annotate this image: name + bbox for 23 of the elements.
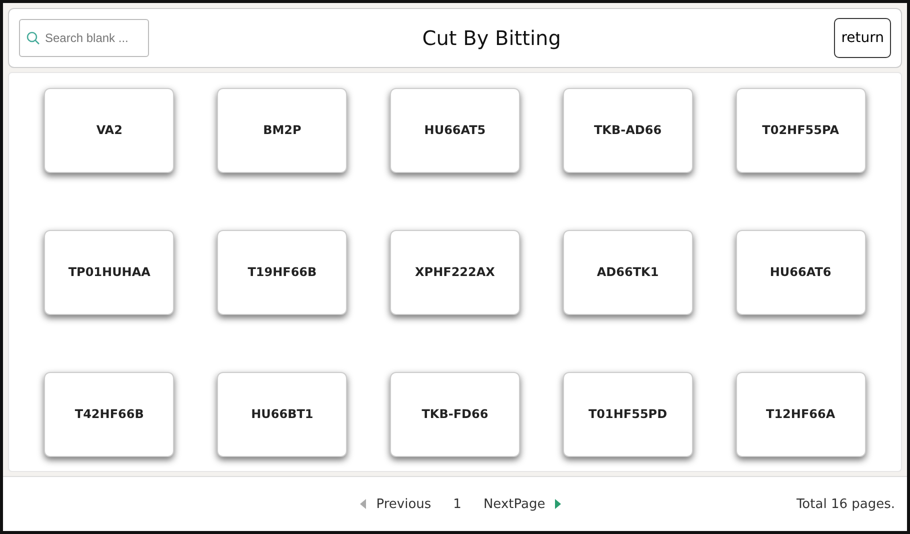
key-button[interactable]: T42HF66B: [44, 372, 174, 456]
key-button[interactable]: T01HF55PD: [562, 372, 693, 456]
key-button[interactable]: HU66BT1: [217, 372, 348, 456]
page-title: Cut By Bitting: [421, 26, 562, 50]
key-button[interactable]: T12HF66A: [736, 372, 866, 456]
key-button[interactable]: VA2: [44, 88, 174, 172]
page-number[interactable]: 1: [453, 496, 462, 512]
total-pages: Total 16 pages.: [796, 496, 895, 512]
key-button[interactable]: BM2P: [217, 88, 348, 172]
key-button[interactable]: TKB-FD66: [390, 372, 520, 456]
search-field[interactable]: Search blank ...: [19, 19, 149, 57]
key-button[interactable]: HU66AT6: [736, 230, 866, 314]
key-button[interactable]: AD66TK1: [562, 230, 693, 314]
right-arrow-icon: [555, 499, 562, 509]
key-button[interactable]: HU66AT5: [390, 88, 520, 172]
key-button[interactable]: T02HF55PA: [736, 88, 866, 172]
key-button[interactable]: T19HF66B: [217, 230, 348, 314]
left-arrow-icon: [360, 499, 366, 509]
next-page-button[interactable]: NextPage: [483, 496, 562, 512]
return-button[interactable]: return: [834, 18, 891, 58]
key-button[interactable]: TKB-AD66: [562, 88, 693, 172]
key-button[interactable]: TP01HUHAA: [44, 230, 174, 314]
key-button[interactable]: XPHF222AX: [390, 230, 520, 314]
